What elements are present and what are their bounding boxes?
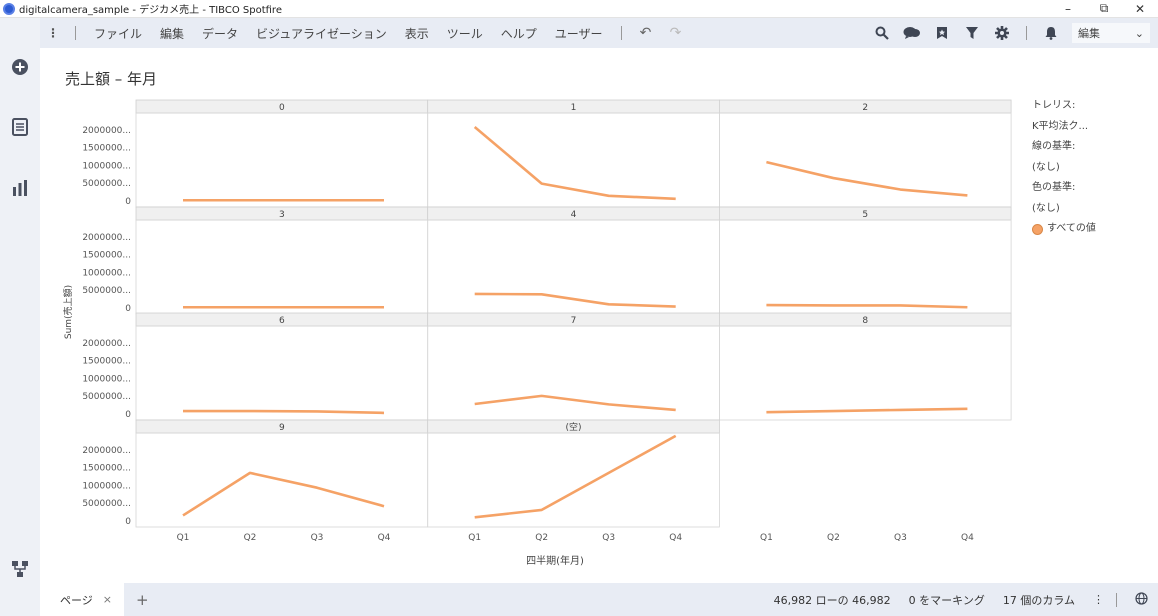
globe-icon[interactable] [1135,591,1148,608]
panel-frame [135,325,429,421]
series-line [183,409,385,415]
panel-frame [427,112,720,208]
panel-title: (空) [566,421,582,433]
legend-color-value[interactable]: (なし) [1032,199,1096,220]
panel-frame [719,219,1012,315]
panel-title: 7 [571,316,577,326]
y-tick-label: 2000000... [82,446,131,456]
y-tick-label: 2000000... [82,339,131,349]
page-tab-label: ページ [60,593,93,607]
y-tick-label: 5000000... [82,179,131,189]
panel-frame [135,219,429,315]
marked-count: 0 をマーキング [908,593,985,607]
legend-trellis-label: トレリス: [1032,100,1076,111]
x-tick-label: Q3 [894,533,907,543]
x-tick-label: Q1 [760,533,773,543]
y-tick-label: 2000000... [82,233,131,243]
panel-frame [719,112,1012,208]
row-count: 46,982 ローの 46,982 [773,593,891,607]
y-tick-label: 5000000... [82,392,131,402]
add-page-button[interactable]: + [136,591,149,609]
panel-title: 6 [279,316,285,326]
x-tick-label: Q1 [468,533,481,543]
y-tick-label: 1000000... [82,161,131,171]
panel-title: 8 [862,316,868,326]
more-options-icon[interactable]: ⋮ [1093,593,1104,606]
panel-frame [427,432,720,528]
series-line [766,160,968,197]
y-tick-label: 0 [125,197,131,207]
y-tick-label: 1500000... [82,357,131,367]
legend-item[interactable]: すべての値 [1032,219,1096,240]
x-axis-title: 四半期(年月) [526,554,584,567]
page-tab[interactable]: ページ × [40,583,124,616]
series-line [474,434,677,519]
panel-title: 3 [279,210,285,220]
legend-color-label: 色の基準: [1032,182,1076,193]
y-tick-label: 1000000... [82,268,131,278]
panel-frame [135,112,429,208]
series-line [766,407,968,414]
close-tab-icon[interactable]: × [103,593,112,606]
panel-frame [427,325,720,421]
column-count: 17 個のカラム [1002,593,1075,607]
legend-line-value[interactable]: (なし) [1032,158,1096,179]
x-tick-label: Q3 [311,533,324,543]
x-tick-label: Q2 [244,533,257,543]
legend-color-swatch [1032,223,1043,235]
panel-title: 9 [279,423,285,433]
x-tick-label: Q4 [961,533,974,543]
legend: トレリス: K平均法ク... 線の基準: (なし) 色の基準: (なし) すべて… [1032,96,1096,240]
panel-title: 0 [279,103,285,113]
x-tick-label: Q4 [669,533,682,543]
y-axis-title: Sum(売上額) [62,285,74,339]
legend-line-label: 線の基準: [1032,141,1076,152]
legend-item-label: すべての値 [1047,223,1096,234]
bottom-bar: ページ × + 46,982 ローの 46,982 0 をマーキング 17 個の… [40,583,1158,616]
panel-title: 5 [862,210,868,220]
y-tick-label: 1000000... [82,481,131,491]
panel-title: 2 [862,103,868,113]
x-tick-label: Q4 [378,533,391,543]
legend-trellis-value[interactable]: K平均法ク... [1032,117,1096,138]
status-area: 46,982 ローの 46,982 0 をマーキング 17 個のカラム ⋮ [149,591,1158,608]
status-divider [1116,592,1117,607]
x-tick-label: Q1 [177,533,190,543]
panel-frame [719,325,1012,421]
y-tick-label: 1500000... [82,144,131,154]
panel-title: 4 [571,210,577,220]
y-tick-label: 1000000... [82,374,131,384]
series-line [182,471,385,517]
y-tick-label: 0 [125,517,131,527]
x-tick-label: Q2 [827,533,840,543]
trellis-line-chart[interactable]: 0 1 2 3 4 5 6 7 8 9 (空) 2000000... 1500000... 1000000… [0,0,1158,616]
panel-title: 1 [571,103,577,113]
series-line [766,303,968,309]
series-line [473,126,676,201]
series-line [474,394,676,412]
y-tick-label: 2000000... [82,126,131,136]
x-tick-label: Q2 [535,533,548,543]
series-line [474,292,676,308]
y-tick-label: 0 [125,304,131,314]
y-tick-label: 1500000... [82,464,131,474]
y-tick-label: 0 [125,410,131,420]
y-tick-label: 5000000... [82,499,131,509]
y-tick-label: 5000000... [82,286,131,296]
x-tick-label: Q3 [602,533,615,543]
y-tick-label: 1500000... [82,251,131,261]
